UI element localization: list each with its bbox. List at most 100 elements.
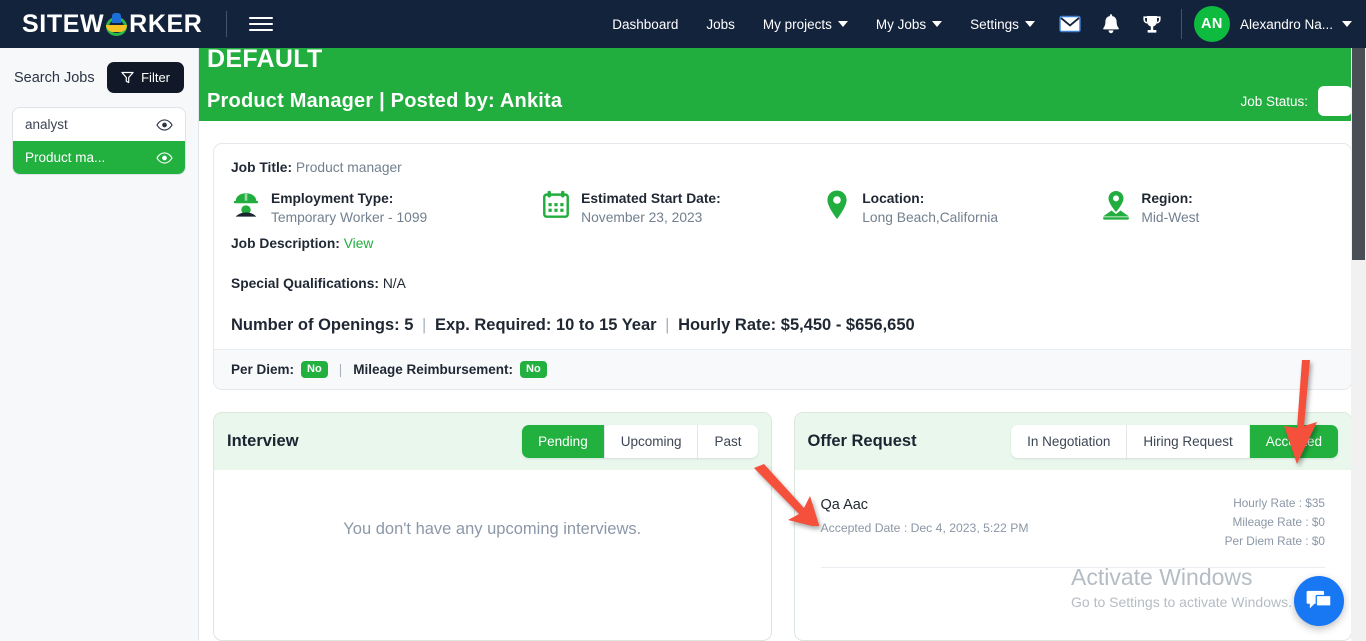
nav-link-dashboard-label: Dashboard — [612, 16, 679, 32]
chevron-down-icon — [1024, 21, 1035, 27]
offer-list-item[interactable]: Qa Aac Accepted Date : Dec 4, 2023, 5:22… — [805, 480, 1342, 557]
employment-type-block: Employment Type: Temporary Worker - 1099 — [231, 189, 541, 228]
list-item-analyst[interactable]: analyst — [13, 108, 185, 141]
offer-hourly-rate: Hourly Rate : $35 — [1233, 496, 1325, 510]
mileage-label: Mileage Reimbursement: — [353, 362, 514, 377]
navbar-divider — [226, 11, 228, 37]
job-title-label: Job Title: — [231, 160, 293, 175]
experience-label: Exp. Required: — [434, 316, 552, 334]
page-scrollbar-thumb[interactable] — [1352, 48, 1365, 260]
openings-label: Number of Openings: — [231, 316, 400, 334]
offer-panel-body: Qa Aac Accepted Date : Dec 4, 2023, 5:22… — [804, 480, 1342, 630]
tab-pending[interactable]: Pending — [522, 425, 605, 458]
tab-in-negotiation[interactable]: In Negotiation — [1011, 425, 1128, 458]
hardhat-icon — [105, 12, 128, 36]
offer-item-divider — [820, 567, 1325, 568]
hamburger-icon[interactable] — [249, 17, 274, 31]
list-item-product-manager[interactable]: Product ma... — [13, 141, 185, 174]
location-value: Long Beach,California — [862, 210, 998, 225]
summary-separator: | — [665, 316, 670, 334]
start-date-block: Estimated Start Date: November 23, 2023 — [541, 189, 822, 228]
tab-hiring-request[interactable]: Hiring Request — [1127, 425, 1250, 458]
brand-logo[interactable]: SITEW RKER — [0, 10, 202, 39]
page-title: Product Manager | Posted by: Ankita — [207, 89, 563, 112]
offer-left-block: Qa Aac Accepted Date : Dec 4, 2023, 5:22… — [821, 494, 1029, 551]
job-description-view-link[interactable]: View — [344, 236, 374, 251]
per-diem-badge: No — [301, 361, 328, 378]
sidebar-header: Search Jobs Filter — [0, 48, 198, 93]
interview-panel-body: You don't have any upcoming interviews. — [224, 480, 761, 630]
offer-panel-header: Offer Request In Negotiation Hiring Requ… — [794, 413, 1351, 470]
filter-button[interactable]: Filter — [107, 62, 184, 93]
job-description-line: Job Description: View — [231, 236, 1334, 251]
job-title-value: Product manager — [295, 160, 402, 175]
special-qualifications-label: Special Qualifications: — [231, 276, 379, 291]
avatar[interactable]: AN — [1193, 6, 1230, 42]
chat-button[interactable] — [1294, 576, 1344, 626]
location-label: Location: — [862, 191, 925, 206]
region-block: Region: Mid-West — [1101, 189, 1334, 228]
offer-request-panel: Offer Request In Negotiation Hiring Requ… — [793, 412, 1352, 641]
eye-icon[interactable] — [156, 118, 173, 131]
default-label: DEFAULT — [207, 48, 323, 73]
worker-hardhat-icon — [233, 193, 259, 217]
nav-link-settings-label: Settings — [970, 16, 1019, 32]
interview-panel-header: Interview Pending Upcoming Past — [214, 413, 771, 470]
list-item-label: Product ma... — [25, 150, 106, 165]
nav-link-my-projects[interactable]: My projects — [749, 17, 862, 32]
mail-icon[interactable] — [1049, 15, 1091, 33]
tab-past[interactable]: Past — [698, 425, 758, 458]
job-header-banner: DEFAULT Product Manager | Posted by: Ank… — [199, 48, 1366, 121]
job-card-footer: Per Diem: No | Mileage Reimbursement: No — [214, 349, 1351, 389]
sidebar-title: Search Jobs — [14, 69, 95, 86]
eye-icon[interactable] — [156, 151, 173, 164]
per-diem-label: Per Diem: — [231, 362, 295, 377]
job-detail-card: Job Title: Product manager Employment Ty… — [213, 143, 1352, 390]
tab-accepted[interactable]: Accepted — [1249, 425, 1338, 458]
start-date-label: Estimated Start Date: — [581, 191, 721, 206]
bell-icon[interactable] — [1091, 13, 1131, 35]
job-title-line: Job Title: Product manager — [231, 160, 1334, 175]
page-scrollbar-track[interactable] — [1351, 48, 1366, 641]
hourly-rate-value: $5,450 - $656,650 — [780, 316, 915, 334]
nav-link-my-projects-label: My projects — [762, 16, 832, 32]
chevron-down-icon — [932, 21, 943, 27]
interview-tab-group: Pending Upcoming Past — [522, 425, 758, 458]
offer-mileage-rate: Mileage Rate : $0 — [1232, 515, 1325, 529]
summary-separator: | — [422, 316, 427, 334]
openings-value: 5 — [404, 316, 414, 334]
list-item-label: analyst — [25, 117, 68, 132]
trophy-icon[interactable] — [1131, 14, 1173, 35]
user-name-label[interactable]: Alexandro Na... — [1230, 17, 1342, 32]
job-detail-body: Job Title: Product manager Employment Ty… — [214, 144, 1351, 349]
brand-text-left: SITEW — [22, 9, 105, 38]
chevron-down-icon — [837, 21, 848, 27]
nav-link-dashboard[interactable]: Dashboard — [598, 17, 692, 32]
employment-type-value: Temporary Worker - 1099 — [271, 210, 428, 225]
avatar-initials: AN — [1200, 16, 1223, 32]
navbar-right-group: Dashboard Jobs My projects My Jobs Setti… — [598, 6, 1366, 42]
nav-link-my-jobs[interactable]: My Jobs — [862, 17, 956, 32]
job-status-label: Job Status: — [1240, 93, 1308, 109]
job-description-label: Job Description: — [231, 236, 340, 251]
chevron-down-icon[interactable] — [1342, 21, 1352, 27]
job-search-list: analyst Product ma... — [12, 107, 186, 175]
region-pin-icon — [1103, 191, 1130, 220]
funnel-icon — [121, 71, 134, 84]
region-label: Region: — [1141, 191, 1193, 206]
nav-link-jobs[interactable]: Jobs — [692, 17, 749, 32]
start-date-value: November 23, 2023 — [581, 210, 703, 225]
location-block: Location: Long Beach,California — [822, 189, 1101, 228]
nav-link-my-jobs-label: My Jobs — [875, 16, 927, 32]
special-qualifications-value: N/A — [382, 276, 406, 291]
offer-rates-block: Hourly Rate : $35 Mileage Rate : $0 Per … — [1225, 494, 1325, 551]
job-status-badge[interactable] — [1318, 86, 1352, 116]
nav-link-settings[interactable]: Settings — [956, 17, 1049, 32]
offer-per-diem-rate: Per Diem Rate : $0 — [1224, 534, 1325, 548]
region-value: Mid-West — [1141, 210, 1200, 225]
experience-value: 10 to 15 Year — [555, 316, 657, 334]
filter-button-label: Filter — [141, 70, 170, 85]
job-status-group: Job Status: — [1240, 86, 1352, 116]
tab-upcoming[interactable]: Upcoming — [604, 425, 699, 458]
navbar-icon-divider — [1180, 9, 1182, 39]
